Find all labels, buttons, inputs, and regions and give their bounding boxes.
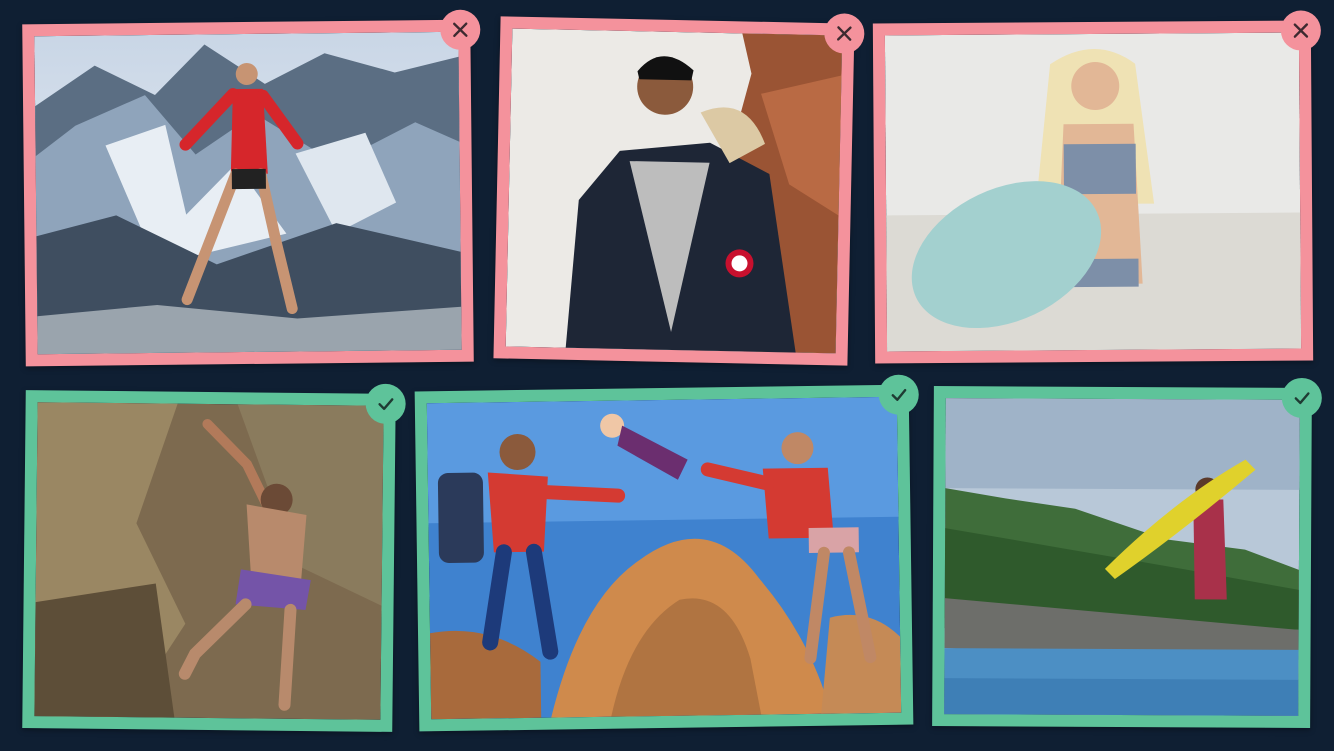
surfer-boat-image: [944, 398, 1300, 716]
photo-card-surfer-beach[interactable]: surfer-beach-board: [872, 10, 1322, 364]
accept-badge[interactable]: [878, 374, 920, 415]
check-icon: [1294, 392, 1310, 405]
reject-badge[interactable]: [823, 13, 865, 54]
photo-card-trail-runner[interactable]: trail-runner-mountains: [22, 9, 481, 367]
check-icon: [891, 388, 907, 401]
close-icon: [1293, 23, 1309, 38]
photo-card-parka[interactable]: man-parka-canyon: [493, 13, 865, 366]
close-icon: [453, 22, 468, 38]
trail-runner-image: [34, 31, 462, 355]
reject-badge[interactable]: [1280, 10, 1322, 51]
baby-toss-image: [426, 396, 902, 720]
surfer-beach-image: [884, 32, 1302, 352]
close-icon: [837, 26, 852, 41]
accept-badge[interactable]: [365, 383, 406, 425]
photo-card-surfer-boat[interactable]: surfer-boat: [932, 377, 1322, 728]
reject-badge[interactable]: [440, 9, 481, 50]
photo-card-rock-climber[interactable]: rock-climber: [22, 383, 406, 732]
accept-badge[interactable]: [1281, 377, 1322, 419]
parka-man-image: [505, 28, 843, 354]
check-icon: [378, 398, 394, 411]
rock-climber-image: [34, 402, 384, 720]
photo-card-baby-toss[interactable]: baby-toss-rocks: [414, 374, 920, 732]
